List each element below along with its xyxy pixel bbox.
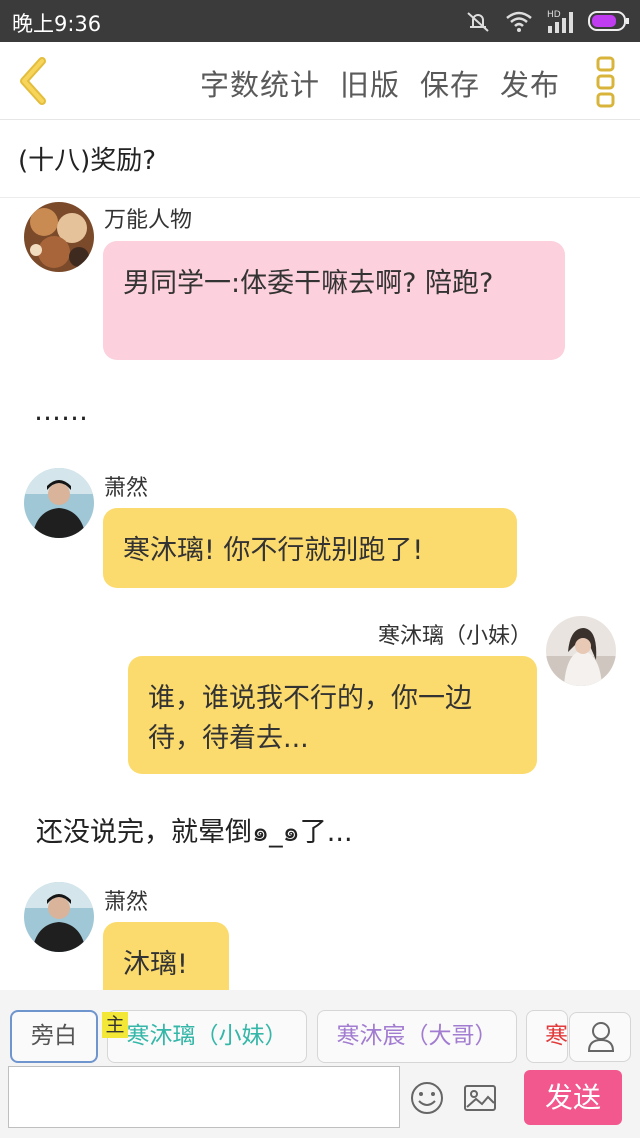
role-selector: 旁白 寒沐璃（小妹） 主 寒沐宸（大哥） 寒 — [0, 990, 640, 1066]
avatar-wanneng[interactable] — [24, 202, 94, 272]
save-button[interactable]: 保存 — [420, 62, 480, 104]
avatar-hanmuli[interactable] — [546, 616, 616, 686]
role-manage-button[interactable] — [569, 1012, 631, 1062]
image-icon[interactable] — [462, 1080, 498, 1116]
speaker-name: 萧然 — [104, 476, 149, 501]
send-button[interactable]: 发送 — [524, 1070, 622, 1125]
avatar-xiaoran[interactable] — [24, 882, 94, 952]
message-bubble[interactable]: 男同学一:体委干嘛去啊? 陪跑? — [103, 241, 565, 360]
user-icon — [587, 1022, 615, 1052]
narration-text[interactable]: 还没说完，就晕倒๑_๑了... — [36, 810, 353, 853]
chapter-title: (十八)奖励? — [18, 146, 157, 176]
editor-toolbar: 字数统计 旧版 保存 发布 — [0, 42, 640, 120]
role-hanmuchen[interactable]: 寒沐宸（大哥） — [317, 1010, 517, 1063]
battery-icon — [588, 11, 629, 31]
avatar-xiaoran[interactable] — [24, 468, 94, 538]
message-bubble[interactable]: 寒沐璃! 你不行就别跑了! — [103, 508, 517, 588]
svg-text:HD: HD — [547, 10, 561, 20]
wifi-icon — [506, 11, 532, 32]
speaker-name: 萧然 — [104, 890, 149, 915]
chevron-left-icon[interactable] — [14, 56, 54, 106]
message-input[interactable] — [8, 1066, 400, 1128]
more-vertical-icon[interactable] — [596, 56, 616, 108]
old-version-button[interactable]: 旧版 — [340, 62, 400, 104]
main-role-badge: 主 — [102, 1012, 128, 1038]
role-partial[interactable]: 寒 — [526, 1010, 568, 1063]
publish-button[interactable]: 发布 — [500, 62, 560, 104]
speaker-name: 寒沐璃（小妹） — [377, 624, 532, 649]
chat-editor-screen: 晚上9:36 HD 字数统计 旧版 保存 发布 (十八)奖励? 万能人物 男同学… — [0, 0, 640, 1138]
bottom-panel: 旁白 寒沐璃（小妹） 主 寒沐宸（大哥） 寒 发送 — [0, 990, 640, 1138]
status-icons: HD — [464, 8, 630, 34]
role-narrator[interactable]: 旁白 — [10, 1010, 98, 1063]
toolbar-actions: 字数统计 旧版 保存 发布 — [200, 62, 560, 104]
message-bubble[interactable]: 谁，谁说我不行的，你一边待，待着去... — [128, 656, 537, 774]
message-bubble[interactable]: 沐璃! — [103, 922, 229, 990]
status-bar: 晚上9:36 HD — [0, 0, 640, 42]
chapter-title-bar[interactable]: (十八)奖励? — [0, 120, 640, 198]
mute-icon — [467, 12, 489, 32]
emoji-icon[interactable] — [409, 1080, 445, 1116]
word-count-button[interactable]: 字数统计 — [200, 62, 320, 104]
status-time: 晚上9:36 — [12, 12, 102, 36]
narration-text[interactable]: …… — [34, 396, 88, 427]
chat-area: 万能人物 男同学一:体委干嘛去啊? 陪跑? …… 萧然 寒沐璃! 你不行就别跑了… — [0, 198, 640, 990]
speaker-name: 万能人物 — [104, 208, 193, 233]
hd-signal-icon: HD — [547, 10, 573, 33]
role-hanmuli[interactable]: 寒沐璃（小妹） — [107, 1010, 307, 1063]
